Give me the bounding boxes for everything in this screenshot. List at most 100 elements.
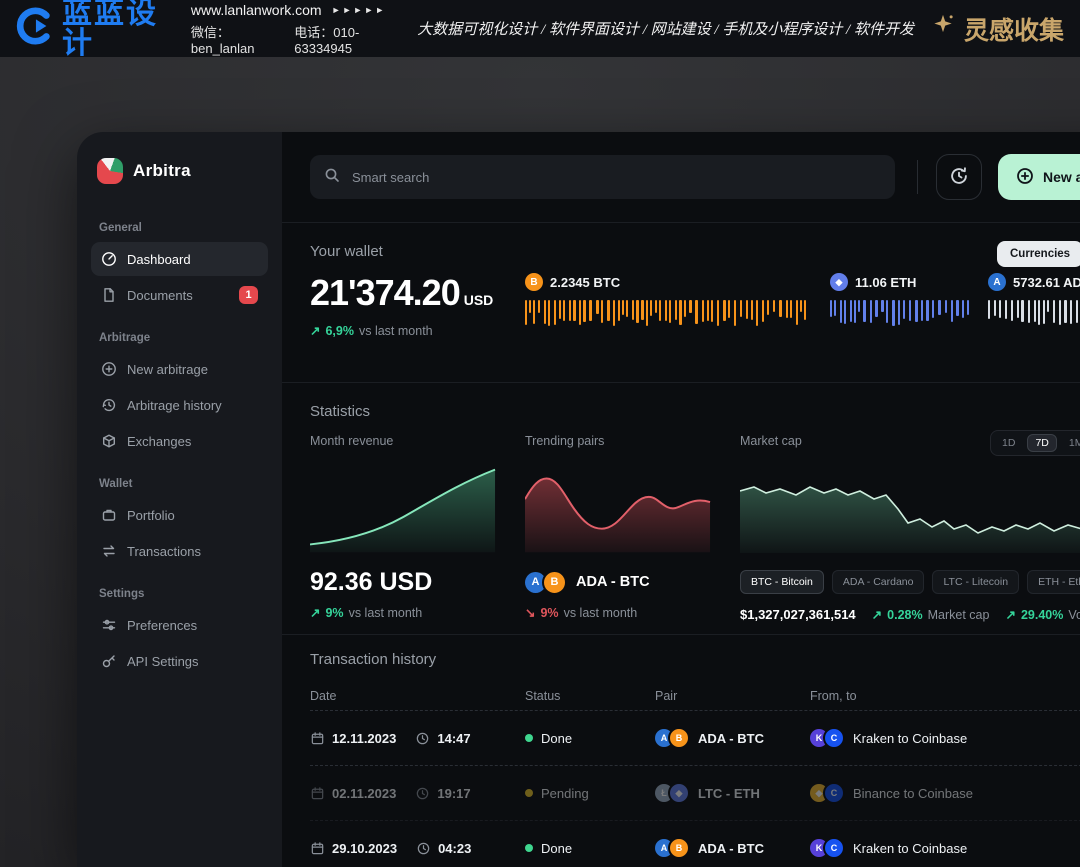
eth-barcode-chart [830,300,970,327]
sidebar-section-general: General [99,222,260,234]
month-revenue-label: Month revenue [310,434,497,451]
table-row[interactable]: 02.11.2023 19:17 Pending Ł ◆ LTC - ETH [310,766,1080,821]
sidebar-item-transactions[interactable]: Transactions [91,534,268,568]
btc-barcode-chart [525,300,810,327]
sidebar-item-exchanges[interactable]: Exchanges [91,424,268,458]
currencies-button[interactable]: Currencies [997,241,1080,267]
range-1m[interactable]: 1M [1061,434,1080,452]
sidebar-section-settings: Settings [99,588,260,600]
ada-barcode-chart [988,300,1080,327]
range-1d[interactable]: 1D [994,434,1023,452]
sparkle-icon [930,12,956,45]
sidebar-item-arbitrage-history[interactable]: Arbitrage history [91,388,268,422]
search-bar[interactable] [310,155,895,199]
site-contact: www.lanlanwork.com ►►►►► 微信：ben_lanlan 电… [191,2,401,56]
file-icon [101,287,117,303]
trend-up-icon: ↗ [310,605,320,620]
sidebar-section-wallet: Wallet [99,478,260,490]
transaction-history-title: Transaction history [310,651,1080,668]
new-arbitrage-button[interactable]: New arbitrage [998,154,1080,200]
calendar-icon [310,731,325,746]
col-date: Date [310,689,525,703]
site-logo[interactable]: 蓝蓝设计 [16,0,169,59]
holding-ada: A 5732.61 ADA [988,272,1080,338]
route-cell: K C Kraken to Coinbase [810,837,1080,859]
history-icon [101,397,117,413]
table-row[interactable]: 12.11.2023 14:47 Done A B ADA - BTC [310,711,1080,766]
table-header: Date Status Pair From, to [310,682,1080,711]
month-revenue-value: 92.36 USD [310,567,497,597]
sliders-icon [101,617,117,633]
arrows-icon: ►►►►► [332,5,387,15]
arbitra-dashboard-window: Arbitra General Dashboard Documents 1 Ar… [77,132,1080,867]
coinbase-icon: C [823,727,845,749]
plus-circle-icon [1016,167,1034,188]
sidebar-item-preferences[interactable]: Preferences [91,608,268,642]
topbar-divider [917,160,918,194]
btc-coin-icon: B [542,570,567,595]
site-url: www.lanlanwork.com [191,2,322,18]
market-cap-card: Market cap 1D 7D 1M [740,434,1080,622]
phone-label: 电话：010-63334945 [294,22,401,56]
sidebar-item-api-settings[interactable]: API Settings [91,644,268,678]
month-revenue-card: Month revenue 92.36 USD ↗ 9% v [310,434,497,622]
history-restore-button[interactable] [936,154,982,200]
lanlan-logo-icon [16,7,54,50]
btc-amount: 2.2345 BTC [550,275,620,290]
briefcase-icon [101,507,117,523]
clock-icon [415,731,430,746]
date-cell: 29.10.2023 04:23 [310,841,525,856]
site-brand-name: 蓝蓝设计 [62,0,169,59]
sidebar-section-arbitrage: Arbitrage [99,332,260,344]
balance-change: ↗ 6,9% vs last month [310,323,525,338]
app-name: Arbitra [133,161,191,181]
app-logo[interactable]: Arbitra [91,132,268,202]
wallet-balance: 21'374.20USD ↗ 6,9% vs last month [310,272,525,338]
inspiration-collect-link[interactable]: 灵感收集 [930,11,1064,47]
trending-pairs-chart [525,465,712,553]
topbar: New arbitrage [282,132,1080,223]
ada-coin-icon: A [988,273,1006,291]
btc-coin-icon: B [668,727,690,749]
main-content: New arbitrage Your wallet Currencies Exc… [282,132,1080,867]
key-icon [101,653,117,669]
filter-ltc[interactable]: LTC - Litecoin [932,570,1019,594]
month-revenue-change: ↗ 9% vs last month [310,605,497,620]
holding-eth: ◆ 11.06 ETH [830,272,976,338]
balance-value: 21'374.20 [310,272,460,313]
wallet-buttons: Currencies Exchanges [997,241,1080,267]
site-banner: 蓝蓝设计 www.lanlanwork.com ►►►►► 微信：ben_lan… [0,0,1080,57]
filter-btc[interactable]: BTC - Bitcoin [740,570,824,594]
status-dot [525,789,533,797]
range-7d[interactable]: 7D [1027,434,1056,452]
transaction-table: Date Status Pair From, to 12.11.2023 14:… [310,682,1080,867]
ada-amount: 5732.61 ADA [1013,275,1080,290]
holding-btc: B 2.2345 BTC [525,272,818,338]
filter-ada[interactable]: ADA - Cardano [832,570,925,594]
arbitra-logo-icon [97,158,123,184]
status-dot [525,844,533,852]
col-pair: Pair [655,689,810,703]
btc-coin-icon: B [525,273,543,291]
table-row[interactable]: 29.10.2023 04:23 Done A B ADA - BTC [310,821,1080,867]
pair-cell: A B ADA - BTC [655,727,810,749]
sidebar-item-portfolio[interactable]: Portfolio [91,498,268,532]
services-slogan: 大数据可视化设计 / 软件界面设计 / 网站建设 / 手机及小程序设计 / 软件… [417,18,914,39]
sidebar-item-documents[interactable]: Documents 1 [91,278,268,312]
restore-clock-icon [949,166,969,189]
eth-amount: 11.06 ETH [855,275,916,290]
trend-up-icon: ↗ [1005,607,1015,622]
sidebar-item-new-arbitrage[interactable]: New arbitrage [91,352,268,386]
pair-cell: Ł ◆ LTC - ETH [655,782,810,804]
filter-eth[interactable]: ETH - Ethereum [1027,570,1080,594]
clock-icon [416,841,431,856]
sidebar-item-dashboard[interactable]: Dashboard [91,242,268,276]
statistics-section: Statistics Month revenue 92.36 USD [282,383,1080,635]
search-input[interactable] [350,169,881,186]
status-cell: Done [525,731,655,746]
wallet-section: Your wallet Currencies Exchanges 21'374.… [282,223,1080,383]
eth-coin-icon: ◆ [830,273,848,291]
route-cell: K C Kraken to Coinbase [810,727,1080,749]
transaction-history-section: Transaction history Date Status Pair Fro… [282,635,1080,867]
statistics-title: Statistics [310,403,1080,420]
